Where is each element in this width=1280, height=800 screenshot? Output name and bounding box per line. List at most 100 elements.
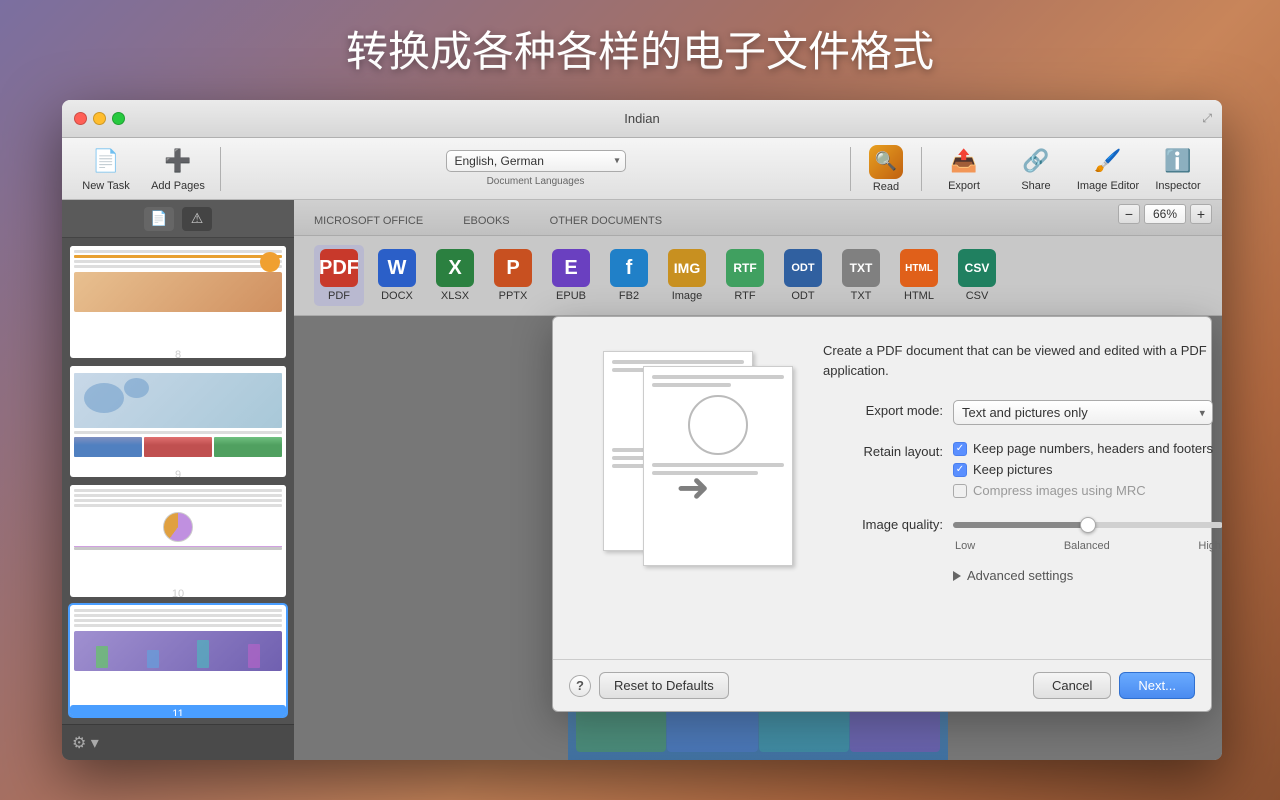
export-mode-row: Export mode: Text and pictures only Form… xyxy=(823,400,1222,425)
new-task-button[interactable]: 📄 New Task xyxy=(72,142,140,196)
image-quality-label: Image quality: xyxy=(823,514,943,532)
help-button[interactable]: ? xyxy=(569,675,591,697)
checkbox-group: ✓ Keep page numbers, headers and footers… xyxy=(953,441,1222,498)
slider-ticks: Low Balanced High xyxy=(953,540,1222,552)
toolbar-separator-3 xyxy=(921,147,922,191)
share-button[interactable]: 🔗 Share xyxy=(1002,142,1070,196)
toolbar-separator xyxy=(220,147,221,191)
thumb-map-9 xyxy=(74,373,282,428)
reset-button[interactable]: Reset to Defaults xyxy=(599,672,729,699)
t10-3 xyxy=(74,499,282,502)
checkbox-item-3: Compress images using MRC xyxy=(953,483,1222,498)
maximize-button[interactable] xyxy=(112,112,125,125)
read-icon: 🔍 xyxy=(869,145,903,179)
image-quality-control: Low Balanced High xyxy=(953,514,1222,552)
inspector-button[interactable]: ℹ️ Inspector xyxy=(1144,142,1212,196)
toolbar: 📄 New Task ➕ Add Pages English, German D… xyxy=(62,138,1222,200)
export-mode-select[interactable]: Text and pictures only Formatted text Fl… xyxy=(953,400,1213,425)
advanced-settings-label: Advanced settings xyxy=(967,568,1073,583)
dialog-preview: ➜ xyxy=(583,341,803,635)
b3 xyxy=(197,640,209,668)
t8-1 xyxy=(74,250,282,253)
next-button[interactable]: Next... xyxy=(1119,672,1195,699)
language-select[interactable]: English, German xyxy=(446,150,626,172)
pl1 xyxy=(612,360,744,364)
page-thumb-img-10 xyxy=(70,485,286,585)
titlebar: Indian ⤢ xyxy=(62,100,1222,138)
main-content: MICROSOFT OFFICE EBOOKS OTHER DOCUMENTS … xyxy=(294,200,1222,760)
slider-low: Low xyxy=(955,540,975,552)
page-num-8: 8 xyxy=(70,346,286,358)
b1 xyxy=(96,646,108,668)
slider-high: High xyxy=(1198,540,1221,552)
slider-thumb[interactable] xyxy=(1080,517,1096,533)
map-blob-1 xyxy=(84,383,124,413)
checkbox-2[interactable]: ✓ xyxy=(953,463,967,477)
slider-container: Low Balanced High xyxy=(953,514,1222,552)
checkbox-3 xyxy=(953,484,967,498)
dialog-overlay: ➜ xyxy=(294,200,1222,760)
content-area: 📄 ⚠ 8 xyxy=(62,200,1222,760)
page-thumb-img-11 xyxy=(70,605,286,705)
sidebar-bottom: ⚙ ▾ xyxy=(62,724,294,760)
t10-2 xyxy=(74,494,282,497)
retain-layout-row: Retain layout: ✓ Keep page numbers, head… xyxy=(823,441,1222,498)
new-task-label: New Task xyxy=(82,180,129,192)
inspector-icon: ℹ️ xyxy=(1162,145,1194,177)
export-label: Export xyxy=(948,180,980,192)
language-select-wrap: English, German xyxy=(446,150,626,172)
checkbox-1[interactable]: ✓ xyxy=(953,442,967,456)
image-editor-label: Image Editor xyxy=(1077,180,1139,192)
read-button[interactable]: 🔍 Read xyxy=(859,145,913,193)
checkbox-item-2[interactable]: ✓ Keep pictures xyxy=(953,462,1222,477)
sidebar-pages: 8 xyxy=(62,238,294,724)
main-window: Indian ⤢ 📄 New Task ➕ Add Pages English,… xyxy=(62,100,1222,760)
thumb-chart-8 xyxy=(74,272,282,312)
t9-1 xyxy=(74,431,282,434)
t11-3 xyxy=(74,619,282,622)
page-thumb-img-9 xyxy=(70,366,286,466)
advanced-settings-toggle[interactable]: Advanced settings xyxy=(953,568,1222,583)
export-mode-label: Export mode: xyxy=(823,400,943,418)
t8-2 xyxy=(74,255,282,258)
checkbox-item-1[interactable]: ✓ Keep page numbers, headers and footers xyxy=(953,441,1222,456)
thumb-banner-11 xyxy=(74,631,282,671)
page-num-9: 9 xyxy=(70,466,286,478)
add-pages-button[interactable]: ➕ Add Pages xyxy=(144,142,212,196)
page-thumb-11[interactable]: 11 xyxy=(70,605,286,717)
dialog-footer: ? Reset to Defaults Cancel Next... xyxy=(553,659,1211,711)
pl7 xyxy=(652,383,731,387)
page-10-content xyxy=(70,485,286,585)
slider-track xyxy=(953,522,1222,528)
t10-1 xyxy=(74,489,282,492)
sidebar: 📄 ⚠ 8 xyxy=(62,200,294,760)
export-mode-control: Text and pictures only Formatted text Fl… xyxy=(953,400,1222,425)
sidebar-tab-warning[interactable]: ⚠ xyxy=(182,207,212,231)
share-icon: 🔗 xyxy=(1020,145,1052,177)
window-title: Indian xyxy=(624,111,659,126)
close-button[interactable] xyxy=(74,112,87,125)
preview-page-front xyxy=(643,366,793,566)
export-mode-select-wrap: Text and pictures only Formatted text Fl… xyxy=(953,400,1213,425)
page-thumb-img-8 xyxy=(70,246,286,346)
page-thumb-8[interactable]: 8 xyxy=(70,246,286,358)
traffic-lights xyxy=(74,112,125,125)
cancel-button[interactable]: Cancel xyxy=(1033,672,1111,699)
gear-button[interactable]: ⚙ ▾ xyxy=(72,733,99,753)
thumb-charts-9 xyxy=(74,437,282,457)
checkbox-1-label: Keep page numbers, headers and footers xyxy=(973,441,1213,456)
page-thumb-10[interactable]: 10 xyxy=(70,485,286,597)
slider-fill xyxy=(953,522,1088,528)
share-label: Share xyxy=(1021,180,1050,192)
t11-4 xyxy=(74,624,282,627)
toolbar-separator-2 xyxy=(850,147,851,191)
minimize-button[interactable] xyxy=(93,112,106,125)
image-editor-button[interactable]: 🖌️ Image Editor xyxy=(1074,142,1142,196)
dialog-description: Create a PDF document that can be viewed… xyxy=(823,341,1222,380)
page-thumb-9[interactable]: 9 xyxy=(70,366,286,478)
dialog-content: ➜ xyxy=(553,317,1211,659)
export-button[interactable]: 📤 Export xyxy=(930,142,998,196)
sidebar-tab-pages[interactable]: 📄 xyxy=(144,207,174,231)
export-dialog: ➜ xyxy=(552,316,1212,712)
expand-icon[interactable]: ⤢ xyxy=(1202,111,1212,126)
